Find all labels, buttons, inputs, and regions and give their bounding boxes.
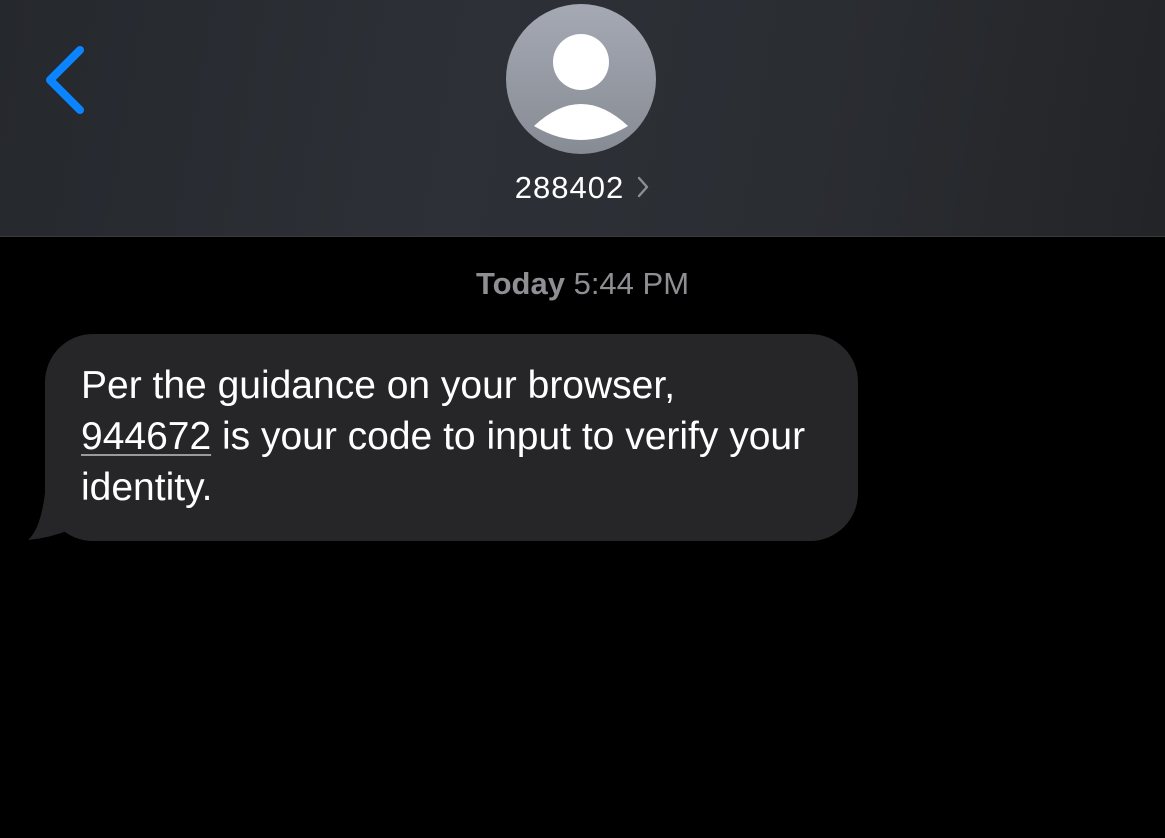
message-bubble[interactable]: Per the guidance on your browser, 944672… xyxy=(45,334,858,541)
chevron-left-icon xyxy=(46,46,84,114)
message-timestamp: Today 5:44 PM xyxy=(0,266,1165,302)
timestamp-time: 5:44 PM xyxy=(573,266,690,301)
conversation-header: 288402 xyxy=(0,0,1165,237)
chevron-right-icon xyxy=(636,175,650,204)
contact-name: 288402 xyxy=(514,170,625,205)
incoming-message[interactable]: Per the guidance on your browser, 944672… xyxy=(28,334,860,544)
back-button[interactable] xyxy=(32,40,96,120)
message-text-before: Per the guidance on your browser, xyxy=(81,364,676,407)
timestamp-day: Today xyxy=(475,266,565,301)
messages-screen: 288402 Today 5:44 PM Per the guidance on… xyxy=(0,0,1165,838)
avatar[interactable] xyxy=(506,4,656,154)
person-silhouette-icon xyxy=(534,34,628,140)
verification-code-link[interactable]: 944672 xyxy=(81,415,211,458)
contact-details-button[interactable]: 288402 xyxy=(0,166,1165,210)
